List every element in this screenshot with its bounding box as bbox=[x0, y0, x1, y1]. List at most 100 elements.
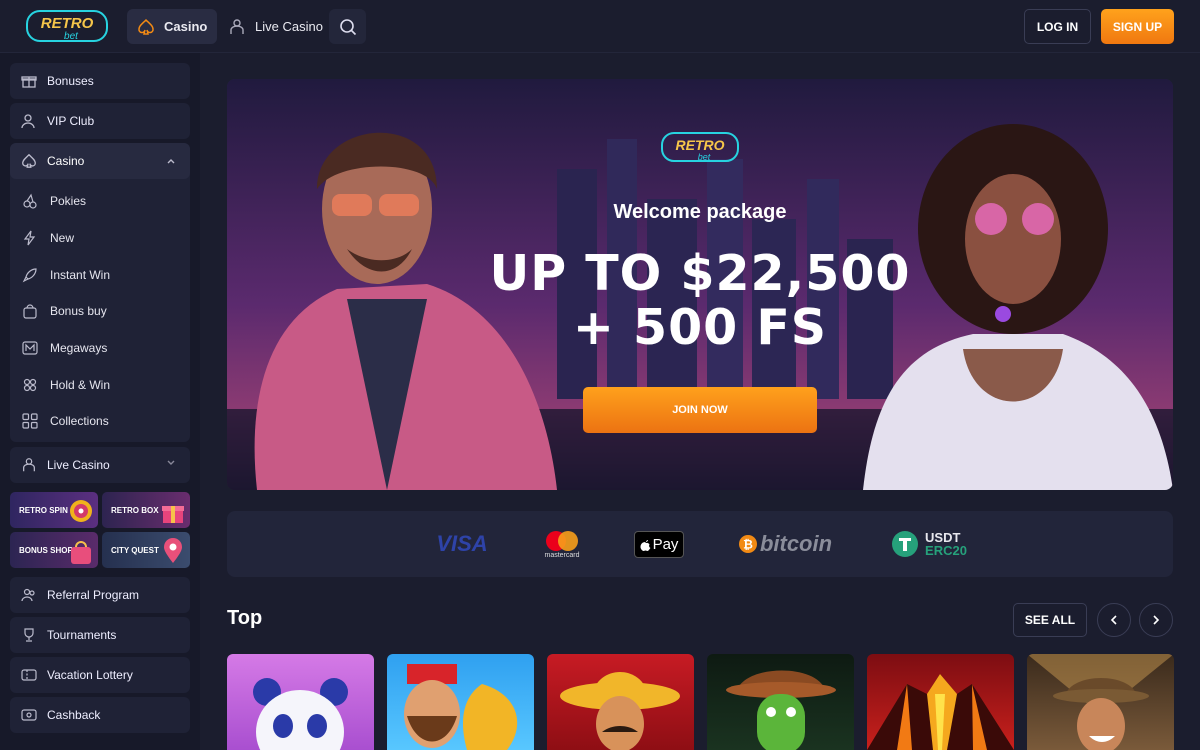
section-title-top: Top bbox=[227, 607, 263, 629]
join-now-button[interactable]: JOIN NOW bbox=[583, 387, 817, 433]
game-tile[interactable] bbox=[387, 654, 534, 750]
game-tile[interactable] bbox=[227, 654, 374, 750]
sidebar-item-live-casino[interactable]: Live Casino bbox=[10, 447, 190, 483]
mastercard-circles-icon bbox=[546, 530, 578, 551]
sidebar-item-tournaments[interactable]: Tournaments bbox=[10, 617, 190, 653]
sidebar-item-label: Tournaments bbox=[47, 628, 117, 642]
payment-methods-bar: VISA mastercard Pay ₿ bitcoin USDT ERC20 bbox=[227, 511, 1173, 577]
sidebar-item-casino[interactable]: Casino bbox=[10, 143, 190, 179]
sidebar-item-label: Referral Program bbox=[47, 588, 140, 602]
sidebar-sub-hold-win[interactable]: Hold & Win bbox=[22, 375, 110, 395]
promo-retro-box[interactable]: RETRO BOX bbox=[102, 492, 190, 528]
people-icon bbox=[21, 587, 37, 603]
spade-icon bbox=[137, 18, 155, 36]
gift-icon bbox=[21, 73, 37, 89]
chevron-up-icon[interactable] bbox=[166, 157, 176, 165]
sidebar-item-label: Bonuses bbox=[47, 74, 94, 88]
sidebar-sub-instant-win[interactable]: Instant Win bbox=[22, 265, 110, 285]
svg-text:RETRO: RETRO bbox=[676, 137, 725, 153]
see-all-button[interactable]: SEE ALL bbox=[1013, 603, 1087, 637]
svg-text:₿: ₿ bbox=[743, 538, 753, 552]
signup-button[interactable]: SIGN UP bbox=[1101, 9, 1174, 44]
sidebar-item-label: Cashback bbox=[47, 708, 101, 722]
sidebar-sub-label: Bonus buy bbox=[50, 304, 107, 318]
sidebar-sub-bonus-buy[interactable]: Bonus buy bbox=[22, 301, 107, 321]
gift-box-icon bbox=[162, 506, 184, 523]
mexican-game-thumbnail bbox=[560, 672, 680, 750]
lightning-icon bbox=[23, 230, 36, 246]
promo-label: BONUS SHOP bbox=[19, 545, 73, 555]
sidebar-sub-label: Collections bbox=[50, 414, 109, 428]
usdt-logo: USDT ERC20 bbox=[887, 511, 971, 577]
sidebar: Bonuses VIP Club Casino Pokies New Insta… bbox=[0, 53, 200, 750]
game-tile[interactable] bbox=[867, 654, 1014, 750]
sidebar-sub-pokies[interactable]: Pokies bbox=[22, 191, 86, 211]
ticket-icon bbox=[21, 667, 37, 683]
apple-pay-logo: Pay bbox=[633, 511, 685, 577]
hero-retrobet-logo: RETRO bet bbox=[661, 132, 739, 162]
carousel-next-button[interactable] bbox=[1139, 603, 1173, 637]
promo-label: RETRO SPIN bbox=[19, 505, 68, 515]
shopping-bag-icon bbox=[71, 541, 91, 564]
trophy-icon bbox=[21, 627, 37, 643]
volcano-game-thumbnail bbox=[867, 674, 1014, 750]
cashback-icon bbox=[21, 707, 37, 723]
chevron-left-icon bbox=[1110, 615, 1117, 625]
game-tile[interactable] bbox=[547, 654, 694, 750]
sidebar-item-label: Live Casino bbox=[47, 458, 110, 472]
tab-live-casino[interactable]: Live Casino bbox=[218, 9, 333, 44]
sidebar-casino-group: Casino Pokies New Instant Win Bonus buy … bbox=[10, 143, 190, 442]
vip-icon bbox=[21, 113, 37, 129]
login-button[interactable]: LOG IN bbox=[1024, 9, 1091, 44]
rocket-icon bbox=[22, 268, 37, 283]
hero-amount-line2: + 500 FS bbox=[572, 299, 828, 356]
hero-amount-line1: UP TO $22,500 bbox=[489, 245, 911, 302]
sidebar-item-vacation-lottery[interactable]: Vacation Lottery bbox=[10, 657, 190, 693]
promo-bonus-shop[interactable]: BONUS SHOP bbox=[10, 532, 98, 568]
cactus-game-thumbnail bbox=[726, 670, 836, 750]
wheel-icon bbox=[70, 500, 92, 522]
promo-retro-spin[interactable]: RETRO SPIN bbox=[10, 492, 98, 528]
svg-text:bet: bet bbox=[64, 31, 79, 42]
game-tile[interactable] bbox=[707, 654, 854, 750]
cherries-icon bbox=[23, 193, 37, 209]
tether-icon bbox=[892, 531, 919, 557]
map-pin-icon bbox=[164, 538, 182, 563]
tab-casino[interactable]: Casino bbox=[127, 9, 218, 44]
mastercard-logo: mastercard bbox=[539, 511, 585, 577]
bag-icon bbox=[23, 304, 37, 319]
sidebar-item-label: Vacation Lottery bbox=[47, 668, 133, 682]
apple-icon bbox=[640, 539, 651, 551]
panda-game-thumbnail bbox=[253, 678, 348, 750]
chevron-down-icon[interactable] bbox=[166, 459, 176, 467]
search-button[interactable] bbox=[329, 9, 366, 44]
visa-logo: VISA bbox=[436, 531, 488, 556]
promo-label: CITY QUEST bbox=[111, 545, 159, 555]
chevron-right-icon bbox=[1153, 615, 1160, 625]
sidebar-sub-collections[interactable]: Collections bbox=[22, 411, 109, 431]
game-tile[interactable] bbox=[1027, 654, 1174, 750]
sidebar-item-referral-program[interactable]: Referral Program bbox=[10, 577, 190, 613]
grid-icon bbox=[22, 413, 38, 429]
search-icon bbox=[339, 18, 356, 35]
sidebar-sub-label: Megaways bbox=[50, 341, 108, 355]
bitcoin-logo: ₿ bitcoin bbox=[737, 511, 833, 577]
megaways-icon bbox=[22, 341, 38, 355]
promo-label: RETRO BOX bbox=[111, 505, 159, 515]
sidebar-sub-new[interactable]: New bbox=[22, 228, 74, 248]
hero-banner[interactable]: RETRO bet Welcome package UP TO $22,500 … bbox=[227, 79, 1173, 490]
retrobet-logo[interactable]: RETRO bet bbox=[24, 7, 110, 45]
sidebar-sub-megaways[interactable]: Megaways bbox=[22, 338, 107, 358]
sidebar-item-vip-club[interactable]: VIP Club bbox=[10, 103, 190, 139]
bitcoin-icon: ₿ bbox=[738, 535, 757, 553]
hero-welcome-text: Welcome package bbox=[613, 201, 787, 223]
sidebar-item-bonuses[interactable]: Bonuses bbox=[10, 63, 190, 99]
coins-icon bbox=[23, 378, 37, 392]
dealer-icon bbox=[21, 457, 37, 473]
sidebar-item-label: VIP Club bbox=[47, 114, 95, 128]
sidebar-item-cashback[interactable]: Cashback bbox=[10, 697, 190, 733]
fisherman-game-thumbnail bbox=[404, 664, 518, 750]
carousel-prev-button[interactable] bbox=[1097, 603, 1131, 637]
promo-city-quest[interactable]: CITY QUEST bbox=[102, 532, 190, 568]
sidebar-sub-label: Instant Win bbox=[50, 268, 111, 282]
